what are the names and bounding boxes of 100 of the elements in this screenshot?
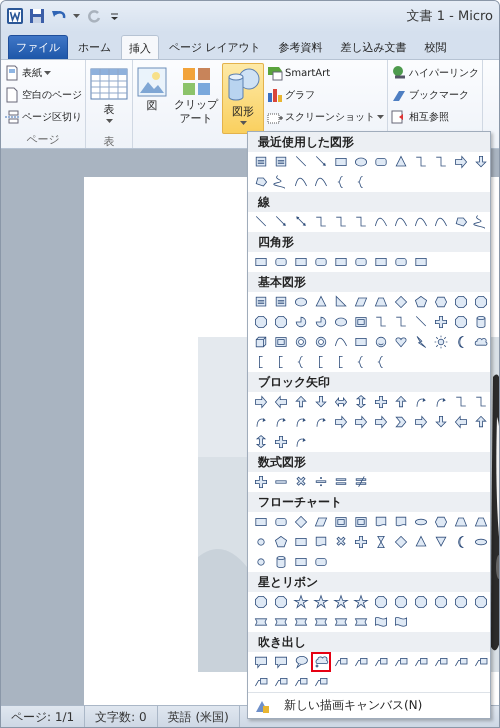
ribbon-button[interactable]: ブックマーク bbox=[389, 85, 481, 105]
pentagon-icon bbox=[413, 294, 429, 310]
callout-icon bbox=[273, 654, 289, 670]
pentagon-arrow-icon bbox=[373, 414, 389, 430]
burst-icon bbox=[373, 594, 389, 610]
ribbon-button[interactable]: 図 bbox=[134, 63, 170, 134]
not-equal-icon bbox=[353, 474, 369, 490]
section-heading: ブロック矢印 bbox=[248, 372, 490, 392]
section-heading: 基本図形 bbox=[248, 272, 490, 292]
ribbon-button[interactable]: クリップアート bbox=[171, 63, 221, 134]
section-heading: 数式図形 bbox=[248, 452, 490, 472]
plus-icon bbox=[433, 314, 449, 330]
redo-icon bbox=[86, 8, 102, 24]
chevron-icon bbox=[393, 414, 409, 430]
burst-icon bbox=[453, 594, 469, 610]
cube-icon bbox=[253, 334, 269, 350]
page-break-icon bbox=[4, 109, 20, 125]
cloud-callout-icon bbox=[313, 654, 329, 670]
ribbon-tab[interactable]: ページ レイアウト bbox=[161, 34, 268, 59]
quad-arrow-icon bbox=[273, 434, 289, 450]
up-down-arrow-icon bbox=[353, 394, 369, 410]
ribbon-button[interactable]: ページ区切り bbox=[2, 107, 84, 127]
block-arrow-icon bbox=[413, 414, 429, 430]
ribbon-button[interactable]: 相互参照 bbox=[389, 107, 481, 127]
burst-icon bbox=[413, 594, 429, 610]
burst-icon bbox=[433, 594, 449, 610]
section-heading: 星とリボン bbox=[248, 572, 490, 592]
octagon-icon bbox=[473, 294, 489, 310]
burst-icon bbox=[393, 594, 409, 610]
up-arrow-icon bbox=[293, 394, 309, 410]
left-arrow-icon bbox=[453, 414, 469, 430]
status-item: ページ: 1/1 bbox=[1, 706, 86, 727]
sun-icon bbox=[433, 334, 449, 350]
table-icon bbox=[90, 67, 128, 101]
star-icon bbox=[353, 594, 369, 610]
left-arrow-icon bbox=[273, 394, 289, 410]
ribbon-button[interactable]: SmartArt bbox=[265, 63, 386, 83]
pentagon-icon bbox=[273, 534, 289, 550]
ribbon-button[interactable]: 図形 bbox=[222, 63, 264, 134]
quad-arrow-icon bbox=[373, 394, 389, 410]
ribbon-button[interactable]: ハイパーリンク bbox=[389, 63, 481, 83]
frame-icon bbox=[273, 334, 289, 350]
block-arrow-icon bbox=[333, 414, 349, 430]
hexagon-icon bbox=[433, 514, 449, 530]
frame-icon bbox=[353, 514, 369, 530]
ribbon-button[interactable]: 表紙 bbox=[2, 63, 84, 83]
smartart-icon bbox=[267, 65, 283, 81]
donut-icon bbox=[293, 334, 309, 350]
octagon-icon bbox=[453, 314, 469, 330]
diamond-icon bbox=[393, 534, 409, 550]
ribbon-tab[interactable]: ホーム bbox=[70, 34, 119, 59]
up-arrow-icon bbox=[393, 394, 409, 410]
octagon-icon bbox=[253, 314, 269, 330]
section-heading: フローチャート bbox=[248, 492, 490, 512]
star-icon bbox=[333, 594, 349, 610]
hyperlink-icon bbox=[391, 65, 407, 81]
diamond-icon bbox=[293, 514, 309, 530]
burst-icon bbox=[273, 594, 289, 610]
new-canvas-button[interactable]: 新しい描画キャンバス(N) bbox=[248, 697, 428, 714]
plus-icon bbox=[253, 474, 269, 490]
ribbon-tab[interactable]: 校閲 bbox=[416, 34, 454, 59]
octagon-icon bbox=[453, 294, 469, 310]
diamond-icon bbox=[393, 294, 409, 310]
hexagon-icon bbox=[433, 294, 449, 310]
star-icon bbox=[313, 594, 329, 610]
section-heading: 四角形 bbox=[248, 232, 490, 252]
ribbon-tab[interactable]: 差し込み文書 bbox=[332, 34, 414, 59]
burst-icon bbox=[473, 594, 489, 610]
up-arrow-icon bbox=[473, 414, 489, 430]
chart-icon bbox=[267, 87, 283, 103]
clip-art-icon bbox=[182, 67, 210, 96]
blank-page-icon bbox=[4, 87, 20, 103]
ribbon-button[interactable]: 空白のページ bbox=[2, 85, 84, 105]
burst-icon bbox=[253, 594, 269, 610]
ribbon-tab[interactable]: 参考資料 bbox=[270, 34, 330, 59]
oval-callout-icon bbox=[293, 654, 309, 670]
ribbon-button[interactable]: 表 bbox=[87, 63, 131, 134]
ribbon-tab[interactable]: 挿入 bbox=[121, 35, 159, 59]
status-item: 文字数: 0 bbox=[85, 706, 158, 727]
octagon-icon bbox=[273, 314, 289, 330]
caret-icon bbox=[73, 14, 80, 18]
group-label: ページ bbox=[26, 132, 60, 148]
ribbon-button[interactable]: スクリーンショット bbox=[265, 107, 386, 127]
plus-icon bbox=[353, 534, 369, 550]
block-arrow-icon bbox=[453, 154, 469, 170]
donut-icon bbox=[313, 334, 329, 350]
callout-icon bbox=[253, 654, 269, 670]
section-heading: 吹き出し bbox=[248, 632, 490, 652]
up-down-arrow-icon bbox=[253, 434, 269, 450]
caret-icon bbox=[44, 71, 51, 75]
shape-button[interactable] bbox=[311, 652, 331, 672]
block-arrow-icon bbox=[353, 414, 369, 430]
word-logo-icon bbox=[7, 8, 23, 24]
block-arrow-icon bbox=[253, 394, 269, 410]
left-right-arrow-icon bbox=[333, 394, 349, 410]
window-title: 文書 1 - Micro bbox=[406, 8, 493, 25]
caret-icon bbox=[106, 119, 112, 124]
down-arrow-icon bbox=[473, 154, 489, 170]
ribbon-tab[interactable]: ファイル bbox=[8, 35, 68, 59]
ribbon-button[interactable]: グラフ bbox=[265, 85, 386, 105]
